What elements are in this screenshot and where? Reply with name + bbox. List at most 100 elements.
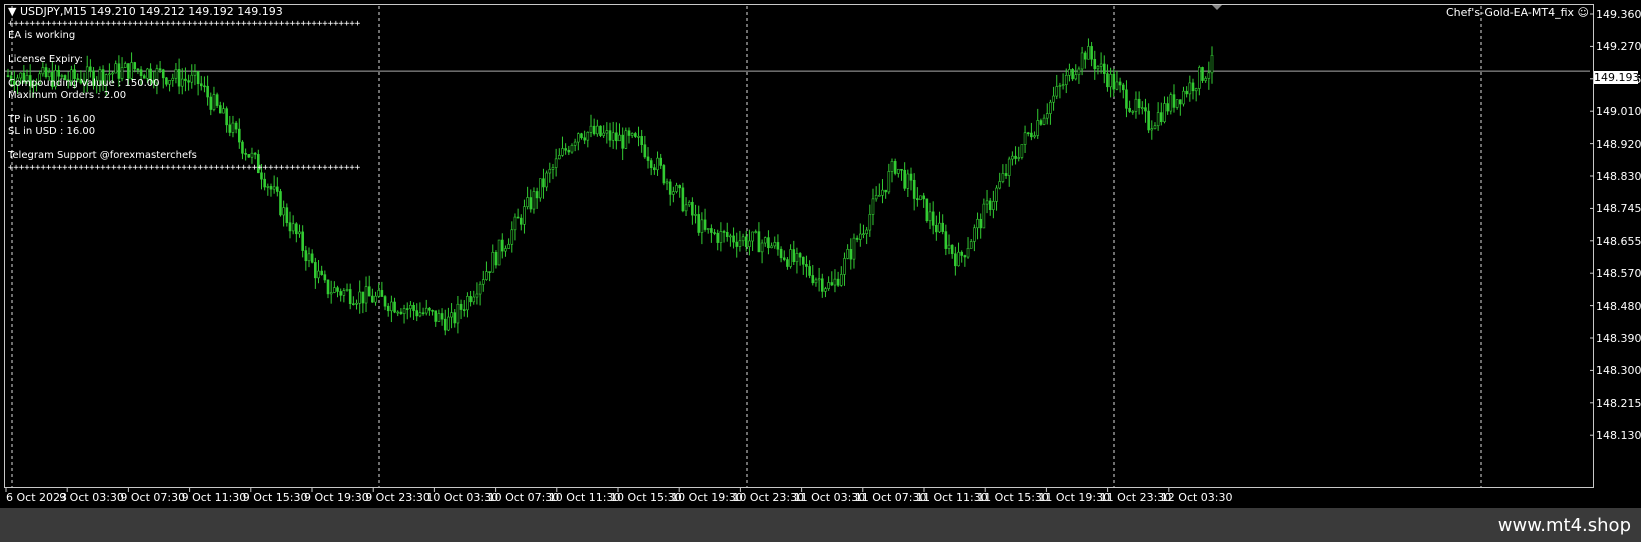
time-tick-label: 9 Oct 15:30	[242, 491, 308, 504]
compounding-text: Compounding Valuue : 150.00	[8, 78, 160, 89]
candle	[776, 234, 780, 256]
candle	[1011, 151, 1014, 166]
candle	[428, 306, 431, 316]
candle	[843, 252, 846, 286]
candle	[523, 199, 526, 234]
candle	[1175, 99, 1179, 110]
candle	[421, 307, 425, 316]
collapse-triangle-icon[interactable]: ▼	[8, 5, 16, 18]
candle	[510, 221, 514, 253]
candle	[811, 264, 815, 286]
dots-separator-top: ++++++++++++++++++++++++++++++++++++++++…	[8, 19, 361, 29]
candle	[954, 246, 957, 276]
candle	[824, 286, 827, 298]
shift-marker-icon[interactable]	[1212, 5, 1222, 10]
candle	[481, 270, 485, 292]
candle	[545, 170, 548, 192]
candle	[526, 186, 529, 210]
candle	[801, 256, 805, 275]
candle	[1036, 108, 1040, 139]
candle	[694, 204, 697, 224]
candle	[399, 308, 403, 315]
candle	[310, 249, 314, 264]
candle	[935, 215, 938, 241]
candle	[906, 169, 910, 198]
candle	[792, 240, 796, 266]
max-orders-text: Maximum Orders : 2.00	[8, 90, 127, 101]
candle	[497, 239, 501, 266]
candle	[1023, 125, 1027, 153]
candle	[976, 212, 979, 240]
candle	[1140, 101, 1144, 115]
candle	[1131, 109, 1135, 115]
candle	[1147, 103, 1150, 134]
candle	[298, 224, 301, 238]
candle	[279, 188, 282, 217]
candle	[1153, 122, 1157, 130]
candle	[342, 288, 346, 303]
candle	[1198, 65, 1201, 96]
candle	[931, 201, 935, 235]
candle	[773, 236, 777, 249]
candle	[295, 222, 298, 243]
candle	[950, 244, 954, 259]
candle	[282, 200, 285, 227]
candle	[1083, 50, 1087, 69]
candle	[405, 302, 409, 320]
candle	[1004, 163, 1008, 179]
candle	[371, 288, 374, 303]
candle	[583, 130, 586, 145]
candle	[431, 309, 434, 316]
candle	[706, 228, 710, 234]
candle	[415, 303, 419, 322]
candle	[592, 118, 596, 136]
candle	[700, 212, 704, 245]
candle	[383, 295, 387, 311]
candle	[884, 189, 887, 199]
candle	[374, 291, 377, 306]
candle	[409, 301, 412, 318]
candle	[1049, 99, 1052, 125]
candle	[722, 229, 726, 243]
price-tick-label: 148.300	[1596, 364, 1641, 378]
candle	[1030, 122, 1033, 141]
candle	[741, 233, 745, 247]
candle	[472, 290, 476, 305]
candle	[1064, 68, 1068, 94]
candle	[1087, 38, 1090, 60]
candle	[1194, 87, 1198, 102]
candle	[1026, 131, 1030, 137]
candle	[852, 233, 856, 269]
candle	[763, 236, 767, 247]
time-tick-label: 9 Oct 11:30	[181, 491, 247, 504]
candle	[805, 255, 808, 278]
candle	[618, 123, 621, 142]
candle	[1096, 65, 1100, 75]
candle	[748, 229, 751, 256]
candle	[973, 224, 976, 252]
candle	[577, 132, 580, 151]
telegram-text: Telegram Support @forexmasterchefs	[8, 150, 197, 161]
candle	[348, 283, 352, 310]
watermark-text: www.mt4.shop	[1497, 515, 1631, 536]
candle	[542, 168, 545, 199]
candle	[551, 163, 555, 180]
candle	[640, 129, 643, 153]
candle	[390, 295, 393, 323]
candle	[437, 309, 441, 322]
symbol-header[interactable]: ▼ USDJPY,M15 149.210 149.212 149.192 149…	[8, 6, 283, 18]
candle	[516, 208, 520, 219]
ea-name-label[interactable]: Chef's-Gold-EA-MT4_fix ☺	[1446, 7, 1589, 19]
candle	[339, 288, 342, 302]
candle	[760, 239, 764, 264]
candle	[922, 192, 925, 208]
candle	[453, 309, 457, 328]
sl-text: SL in USD : 16.00	[8, 126, 96, 137]
candle	[649, 158, 653, 176]
candle	[1007, 156, 1011, 187]
candle	[447, 307, 450, 332]
candle	[1109, 67, 1112, 98]
price-tick-label: 148.745	[1596, 202, 1641, 216]
candle	[355, 299, 358, 310]
candle	[488, 271, 491, 282]
